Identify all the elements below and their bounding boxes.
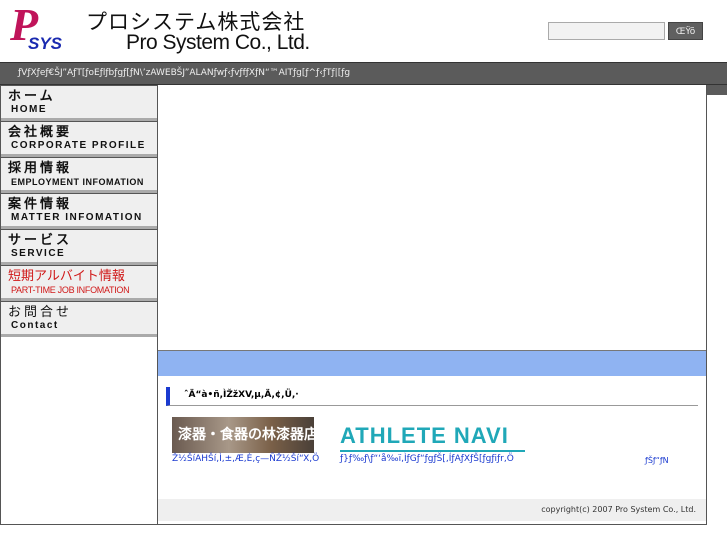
section-band [158,350,706,376]
nav-item-employment[interactable]: 採用情報 Employment Infomation [1,157,157,193]
links-page-link[interactable]: ƒŠƒ“ƒN [645,456,669,465]
divider [707,85,727,95]
company-logo[interactable]: P SYS [6,0,81,54]
copyright: copyright(c) 2007 Pro System Co., Ltd. [158,499,706,521]
search-button[interactable]: ŒŸõ [668,22,703,40]
banner-lacquerware[interactable]: 漆器・食器の林漆器店 [172,417,314,453]
nav-item-matter[interactable]: 案件情報 Matter Infomation [1,193,157,229]
nav-item-corporate-profile[interactable]: 会社概要 Corporate Profile [1,121,157,157]
nav-item-part-time-job[interactable]: 短期アルバイト情報 Part-time Job Infomation [1,265,157,301]
sidebar-nav: ホーム Home 会社概要 Corporate Profile 採用情報 Employ… [0,85,158,525]
tagline-bar: ƒVƒXƒeƒ€ŠJ”­AƒT[ƒoEƒlƒbƒgƒ[ƒN\’zAWEBŠJ”­… [0,62,727,85]
nav-item-service[interactable]: サービス Service [1,229,157,265]
nav-item-home[interactable]: ホーム Home [1,85,157,121]
search-input[interactable] [548,22,665,40]
nav-item-contact[interactable]: お問合せ Contact [1,301,157,337]
company-name-en: Pro System Co., Ltd. [126,31,310,54]
banner-athlete-navi-caption[interactable]: ƒ}ƒ‰ƒ\ƒ“‘å‰ï,ÌƒGƒ“ƒgƒŠ[,ÍƒAƒXƒŠ[ƒgƒiƒr,Ö [340,454,514,464]
section-title: ˆÄ“à•ñ,ÌŽžXV,µ,Ä,¢,Ü,· [166,387,698,406]
main-content: ˆÄ“à•ñ,ÌŽžXV,µ,Ä,¢,Ü,· 漆器・食器の林漆器店 Ž½ŠíAH… [158,85,707,525]
banner-lacquerware-caption[interactable]: Ž½ŠíAHŠí,Ì,±,Æ,È,ç—ÑŽ½Ší“X,Ö [172,454,319,464]
banner-athlete-navi[interactable]: ATHLETE NAVI [340,420,525,452]
